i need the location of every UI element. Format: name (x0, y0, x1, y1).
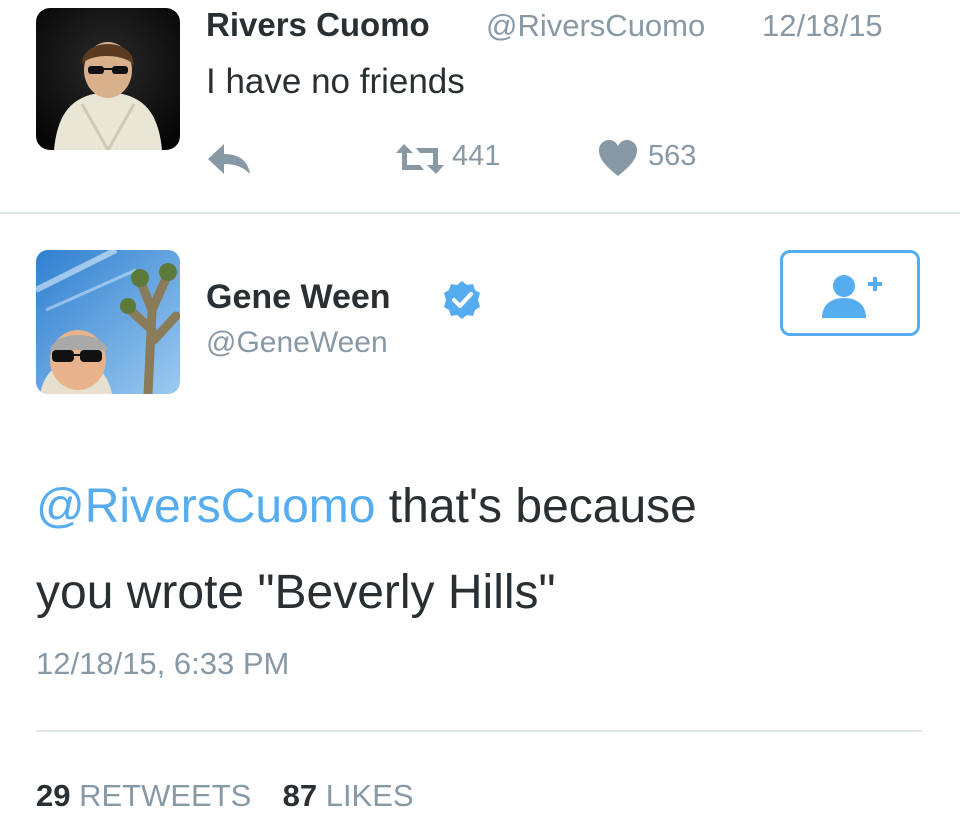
mention-link[interactable]: @RiversCuomo (36, 480, 375, 533)
reply-icon[interactable] (206, 142, 252, 176)
tweet-text: I have no friends (206, 62, 465, 101)
tweet-text-line2: you wrote "Beverly Hills" (36, 566, 556, 619)
original-tweet: Rivers Cuomo @RiversCuomo 12/18/15 I hav… (0, 0, 960, 212)
tweet-actions: 441 563 (0, 136, 960, 186)
tweet-text: @RiversCuomo that's because you wrote "B… (36, 464, 936, 636)
author-name[interactable]: Rivers Cuomo (206, 6, 430, 44)
reply-tweet: Gene Ween @GeneWeen @RiversCuomo that's … (0, 214, 960, 834)
likes-count[interactable]: 87 (283, 778, 317, 813)
tweet-timestamp[interactable]: 12/18/15, 6:33 PM (36, 646, 289, 682)
author-handle[interactable]: @RiversCuomo (486, 8, 705, 44)
verified-badge-icon (442, 280, 482, 320)
retweet-icon[interactable] (394, 140, 446, 178)
retweet-count: 441 (452, 140, 501, 172)
follow-user-icon (816, 270, 886, 320)
retweets-label[interactable]: RETWEETS (79, 778, 251, 813)
avatar-image (36, 8, 180, 150)
follow-button[interactable] (780, 250, 920, 336)
avatar-image (36, 250, 180, 394)
stats-divider (36, 730, 922, 732)
retweets-count[interactable]: 29 (36, 778, 70, 813)
like-count: 563 (648, 140, 697, 172)
tweet-date[interactable]: 12/18/15 (762, 8, 883, 44)
avatar-rivers-cuomo[interactable] (36, 8, 180, 150)
author-handle[interactable]: @GeneWeen (206, 326, 388, 360)
author-name[interactable]: Gene Ween (206, 278, 391, 317)
heart-icon[interactable] (597, 138, 639, 178)
tweet-text-line1: that's because (375, 480, 697, 533)
tweet-stats: 29 RETWEETS 87 LIKES (36, 778, 414, 814)
avatar-gene-ween[interactable] (36, 250, 180, 394)
likes-label[interactable]: LIKES (326, 778, 414, 813)
